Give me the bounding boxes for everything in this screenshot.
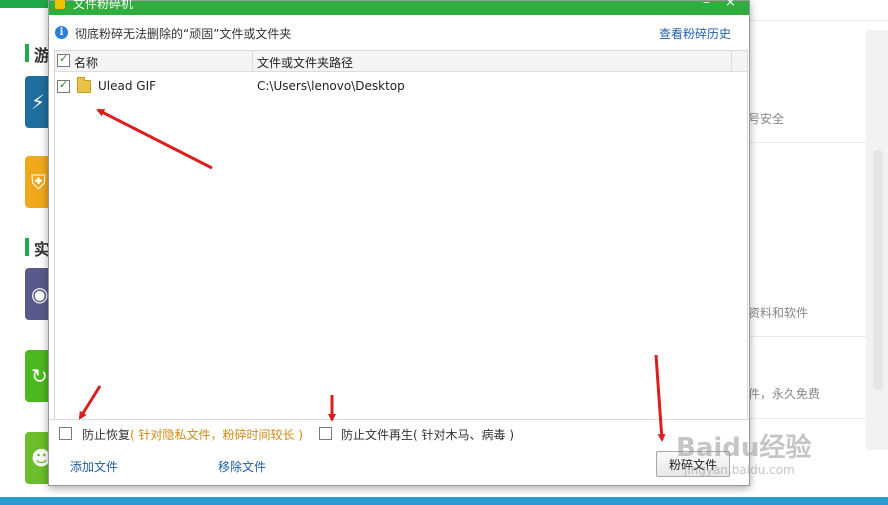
watermark-logo: Baidu经验 [676,433,812,463]
view-history-link[interactable]: 查看粉碎历史 [659,25,731,42]
prevent-recovery-text: 防止恢复 [82,428,131,442]
table-row[interactable]: ✓ Ulead GIF C:\Users\lenovo\Desktop [55,76,747,98]
list-header: ✓ 名称 文件或文件夹路径 [55,51,747,72]
divider [748,142,866,143]
check-icon: ✓ [59,78,69,91]
dialog-title: 文件粉碎机 [73,0,134,11]
background-text: 号安全 [748,112,785,126]
prevent-regeneration-checkbox[interactable] [319,427,332,440]
section-marker [25,44,29,62]
divider [748,418,866,419]
check-icon: ✓ [59,52,69,65]
file-list: ✓ 名称 文件或文件夹路径 ✓ Ulead GIF C:\Users\lenov… [54,50,748,420]
file-shredder-dialog: 文件粉碎机 – × i 彻底粉碎无法删除的“顽固”文件或文件夹 查看粉碎历史 ✓… [48,0,750,486]
prevent-recovery-hint: ( 针对隐私文件，粉碎时间较长 ) [130,428,304,442]
file-path: C:\Users\lenovo\Desktop [257,79,405,93]
prevent-regeneration-label[interactable]: 防止文件再生( 针对木马、病毒 ) [341,426,514,443]
remove-file-link[interactable]: 移除文件 [218,458,266,475]
column-divider[interactable] [731,51,732,71]
file-name: Ulead GIF [98,79,157,93]
background-text: 资料和软件 [748,306,809,320]
divider [748,336,866,337]
info-icon: i [55,26,68,39]
info-row: i 彻底粉碎无法删除的“顽固”文件或文件夹 查看粉碎历史 [49,15,749,50]
minimize-icon[interactable]: – [703,0,710,10]
background-scrollbar-thumb[interactable] [873,150,883,390]
background-header-right [748,0,888,21]
close-icon[interactable]: × [725,0,736,10]
app-icon [55,0,65,9]
camera-icon: ◉ [31,282,49,306]
row-checkbox[interactable]: ✓ [57,78,70,93]
prevent-regeneration-hint: ( 针对木马、病毒 ) [413,428,515,442]
background-bottom-bar [0,497,888,505]
column-header-name[interactable]: 名称 [74,54,98,71]
dialog-footer: 添加文件 移除文件 粉碎文件 [49,446,749,485]
refresh-icon: ↻ [31,364,48,388]
shield-icon: ⛨ [31,170,46,194]
background-text: 件，永久免费 [748,387,821,401]
watermark-url: jingyan.baidu.com [684,463,795,477]
prevent-regeneration-text: 防止文件再生 [341,428,414,442]
options-bar: 防止恢复( 针对隐私文件，粉碎时间较长 ) 防止文件再生( 针对木马、病毒 ) [49,419,749,446]
prevent-recovery-label[interactable]: 防止恢复( 针对隐私文件，粉碎时间较长 ) [82,426,303,443]
title-bar[interactable]: 文件粉碎机 – × [49,0,749,15]
info-text: 彻底粉碎无法删除的“顽固”文件或文件夹 [75,27,292,41]
column-divider[interactable] [252,51,253,71]
column-header-path[interactable]: 文件或文件夹路径 [257,54,353,71]
lightning-icon: ⚡ [31,90,46,114]
section-marker [25,238,29,256]
folder-icon [77,77,91,93]
add-file-link[interactable]: 添加文件 [70,458,118,475]
select-all-checkbox[interactable]: ✓ [57,52,70,67]
prevent-recovery-checkbox[interactable] [59,427,72,440]
